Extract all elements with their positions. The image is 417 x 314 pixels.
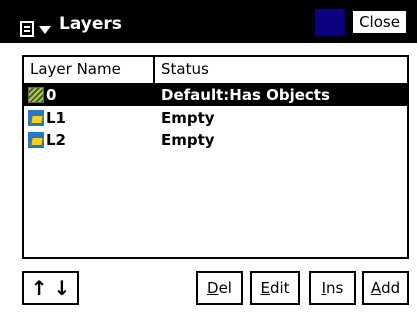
- sip-indicator[interactable]: [315, 9, 345, 36]
- folder-layer-icon: [28, 110, 44, 126]
- table-row[interactable]: L2 Empty: [24, 129, 407, 151]
- edit-label: dit: [269, 279, 290, 297]
- edit-hotkey: E: [260, 279, 270, 297]
- title-bar: Layers Close: [0, 0, 417, 43]
- layer-name-cell: L2: [46, 131, 66, 149]
- layers-table[interactable]: Layer Name Status 0 Default:Has Objects …: [22, 55, 409, 259]
- column-header-status[interactable]: Status: [155, 57, 407, 83]
- reorder-buttons: ↑ ↓: [22, 271, 79, 305]
- hatch-layer-icon: [28, 87, 44, 103]
- table-row[interactable]: 0 Default:Has Objects: [24, 84, 407, 106]
- layer-name-cell: 0: [46, 86, 57, 104]
- folder-layer-icon: [28, 132, 44, 148]
- layer-status-cell: Empty: [161, 131, 215, 149]
- document-icon: [20, 21, 34, 37]
- move-down-button[interactable]: ↓: [54, 278, 71, 298]
- layer-name-cell: L1: [46, 109, 66, 127]
- table-header: Layer Name Status: [24, 57, 407, 84]
- start-menu-button[interactable]: [14, 7, 54, 37]
- insert-button[interactable]: Ins: [309, 271, 356, 305]
- edit-button[interactable]: Edit: [250, 271, 300, 305]
- add-hotkey: A: [370, 279, 382, 297]
- layer-status-cell: Empty: [161, 109, 215, 127]
- chevron-down-icon: [39, 26, 51, 34]
- add-label: dd: [381, 279, 401, 297]
- move-up-button[interactable]: ↑: [31, 278, 48, 298]
- insert-label: ns: [326, 279, 344, 297]
- add-button[interactable]: Add: [362, 271, 409, 305]
- column-header-layer-name[interactable]: Layer Name: [24, 57, 155, 83]
- delete-hotkey: D: [207, 279, 219, 297]
- table-row[interactable]: L1 Empty: [24, 107, 407, 129]
- window-title: Layers: [59, 14, 122, 34]
- close-button[interactable]: Close: [351, 9, 408, 35]
- delete-label: el: [218, 279, 232, 297]
- layer-status-cell: Default:Has Objects: [161, 86, 330, 104]
- delete-button[interactable]: Del: [196, 271, 243, 305]
